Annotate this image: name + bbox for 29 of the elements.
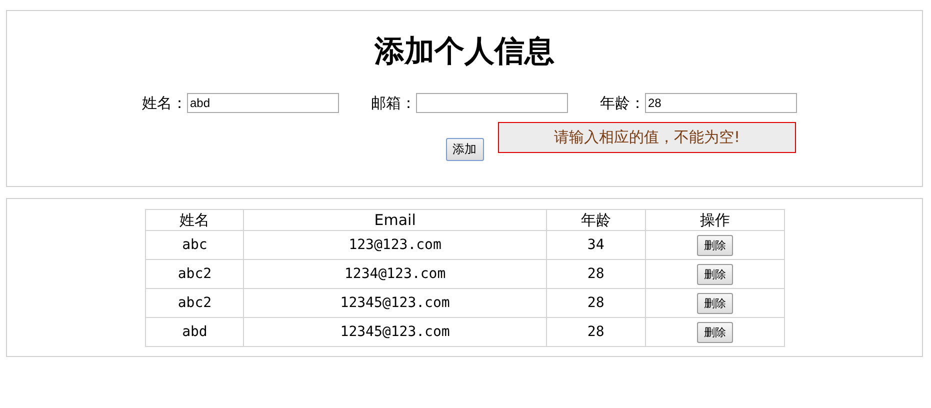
delete-button[interactable]: 删除: [696, 234, 733, 256]
add-button[interactable]: 添加: [446, 138, 484, 161]
table-cell: 1234@123.com: [244, 260, 546, 288]
table-cell: 28: [546, 318, 646, 346]
table-cell: 12345@123.com: [244, 288, 546, 318]
input-field[interactable]: abd: [187, 93, 339, 113]
delete-button[interactable]: 删除: [696, 264, 733, 284]
field-label: 姓名：: [142, 94, 187, 112]
table-cell: 28: [546, 260, 646, 288]
table-cell: 34: [546, 230, 646, 260]
input-field[interactable]: [416, 93, 568, 113]
error-tooltip: 请输入相应的值，不能为空!: [498, 122, 796, 153]
table-cell: abc2: [146, 288, 244, 318]
form-title: 添加个人信息: [374, 34, 554, 70]
delete-button[interactable]: 删除: [696, 322, 733, 342]
column-header: 姓名: [146, 210, 244, 230]
table-cell: 12345@123.com: [244, 318, 546, 346]
table-cell: 28: [546, 288, 646, 318]
field-label: 年龄：: [600, 94, 645, 112]
column-header: Email: [244, 210, 546, 230]
delete-button[interactable]: 删除: [696, 292, 733, 314]
table-cell: abd: [146, 318, 244, 346]
input-field[interactable]: 28: [645, 93, 797, 113]
table-cell: 123@123.com: [244, 230, 546, 260]
field-label: 邮箱：: [371, 94, 416, 112]
table-cell: abc: [146, 230, 244, 260]
column-header: 年龄: [546, 210, 646, 230]
table-cell: abc2: [146, 260, 244, 288]
column-header: 操作: [645, 210, 784, 230]
